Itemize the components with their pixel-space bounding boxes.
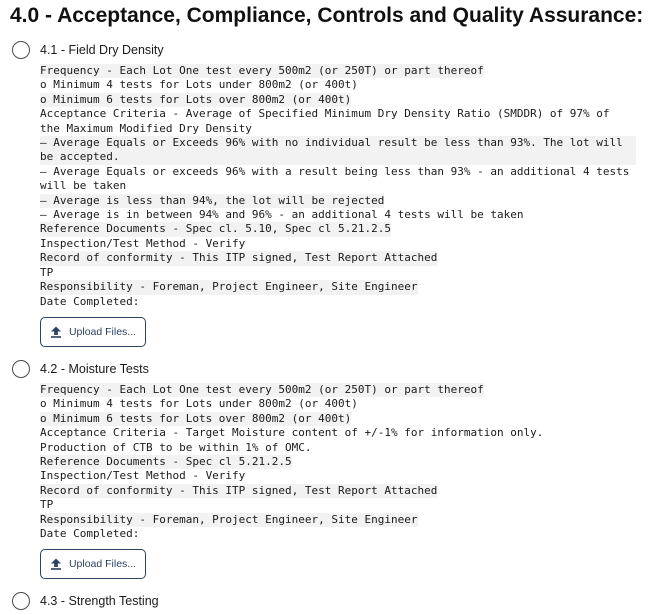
detail-line: o Minimum 6 tests for Lots over 800m2 (o… <box>40 411 352 427</box>
detail-line: Record of conformity - This ITP signed, … <box>40 251 438 266</box>
detail-line: o Minimum 4 tests for Lots under 800m2 (… <box>40 397 358 411</box>
radio-button-4-2[interactable] <box>12 360 30 378</box>
detail-line: TP <box>40 498 54 512</box>
upload-icon <box>50 558 61 570</box>
upload-icon <box>50 326 61 338</box>
detail-line: Inspection/Test Method - Verify <box>40 236 246 250</box>
upload-files-label: Upload Files... <box>68 558 137 570</box>
detail-line: Record of conformity - This ITP signed, … <box>40 483 438 499</box>
upload-files-button[interactable]: Upload Files... <box>40 317 146 347</box>
detail-line: Responsibility - Foreman, Project Engine… <box>40 280 418 295</box>
section-details-4-1: Frequency - Each Lot One test every 500m… <box>40 64 660 309</box>
detail-line: – Average Equals or exceeds 96% with a r… <box>40 164 637 193</box>
detail-line: Responsibility - Foreman, Project Engine… <box>40 512 418 528</box>
detail-line: Acceptance Criteria - Average of Specifi… <box>40 107 617 135</box>
detail-line: Reference Documents - Spec cl. 5.10, Spe… <box>40 222 391 237</box>
detail-line: – Average is less than 94%, the lot will… <box>40 193 385 209</box>
detail-line: Frequency - Each Lot One test every 500m… <box>40 64 484 79</box>
section-header-4-2: 4.2 - Moisture Tests <box>12 358 149 380</box>
detail-line: Reference Documents - Spec cl 5.21.2.5 <box>40 455 292 470</box>
date-completed-label: Date Completed: <box>40 294 140 308</box>
detail-line: Frequency - Each Lot One test every 500m… <box>40 383 484 398</box>
detail-line: o Minimum 6 tests for Lots over 800m2 (o… <box>40 92 352 108</box>
detail-line: – Average is in between 94% and 96% - an… <box>40 208 524 222</box>
radio-button-4-3[interactable] <box>12 592 30 610</box>
detail-line: o Minimum 4 tests for Lots under 800m2 (… <box>40 78 358 92</box>
detail-line: Inspection/Test Method - Verify <box>40 469 246 483</box>
section-details-4-2: Frequency - Each Lot One test every 500m… <box>40 383 660 541</box>
date-completed-label: Date Completed: <box>40 527 140 541</box>
detail-line: Production of CTB to be within 1% of OMC… <box>40 440 312 454</box>
page-title: 4.0 - Acceptance, Compliance, Controls a… <box>10 4 644 27</box>
section-title: 4.3 - Strength Testing <box>40 594 159 608</box>
upload-files-button[interactable]: Upload Files... <box>40 549 146 579</box>
section-header-4-1: 4.1 - Field Dry Density <box>12 39 164 61</box>
detail-line: – Average Equals or Exceeds 96% with no … <box>40 136 636 165</box>
section-title: 4.2 - Moisture Tests <box>40 362 149 376</box>
detail-line: TP <box>40 265 54 279</box>
upload-files-label: Upload Files... <box>68 326 137 338</box>
detail-line: Acceptance Criteria - Target Moisture co… <box>40 426 544 440</box>
radio-button-4-1[interactable] <box>12 41 30 59</box>
section-title: 4.1 - Field Dry Density <box>40 43 164 57</box>
section-header-4-3: 4.3 - Strength Testing <box>12 590 159 612</box>
